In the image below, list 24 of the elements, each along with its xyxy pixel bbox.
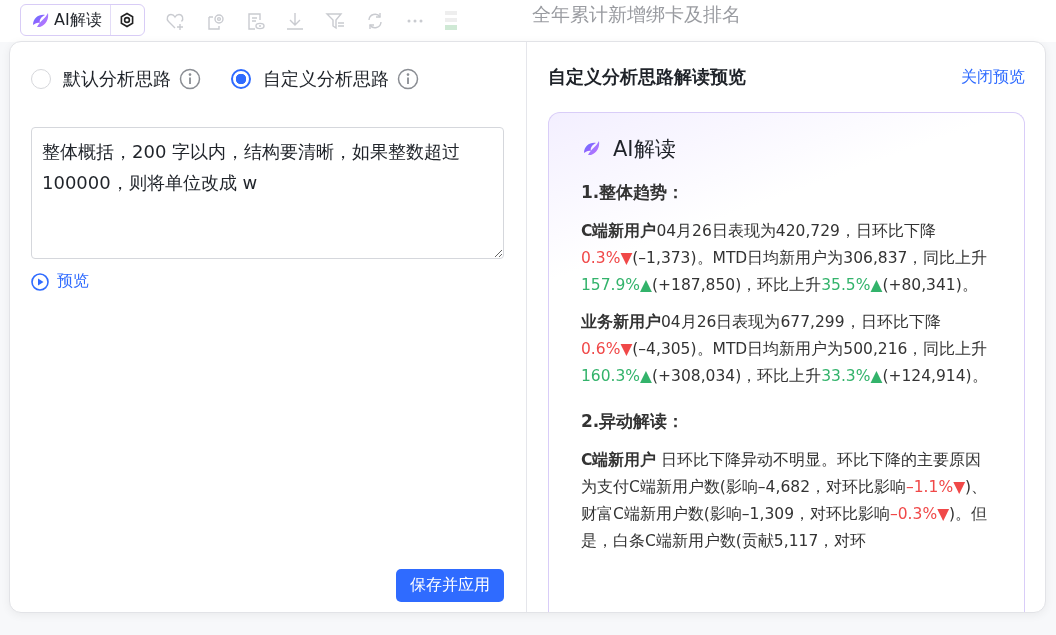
close-preview-link[interactable]: 关闭预览 bbox=[961, 66, 1025, 88]
section-heading: 2.异动解读： bbox=[581, 410, 686, 433]
bar-chart-icon[interactable] bbox=[444, 10, 457, 32]
summary-paragraph: C端新用户 日环比下降异动不明显。环比下降的主要原因为支付C端新用户数(影响–4,682，对环比影响–1.1%▼)、财富C端新用户数(影响–1,309，对环比影响–0.3%▼)。但是，白条C端新用户数(贡献5,117，对环 bbox=[581, 450, 989, 552]
preview-link[interactable]: 预览 bbox=[31, 271, 89, 292]
summary-paragraph: C端新用户04月26日表现为420,729，日环比下降 0.3%▼(–1,373)。MTD日均新用户为306,837，同比上升 157.9%▲(+187,850)，环比上升35.5%▲(+80,341)。 bbox=[581, 221, 989, 296]
summary-paragraph: 业务新用户04月26日表现为677,299，日环比下降 0.6%▼(–4,305)。MTD日均新用户为500,216，同比上升 160.3%▲(+308,034)，环比上升33.3%▲(+124,914)。 bbox=[581, 312, 989, 387]
prompt-field[interactable]: 整体概括，200 字以内，结构要清晰，如果整数超过 100000，则将单位改成 w bbox=[31, 127, 504, 259]
settings-icon bbox=[119, 12, 136, 28]
save-button[interactable]: 保存并应用 bbox=[396, 569, 504, 602]
favorite-icon[interactable] bbox=[164, 11, 185, 31]
info-icon[interactable] bbox=[179, 68, 201, 90]
radio-option[interactable]: 默认分析思路 bbox=[31, 67, 171, 91]
info-icon[interactable] bbox=[397, 68, 419, 90]
chart-title: 全年累计新增绑卡及排名 bbox=[531, 2, 741, 27]
download-icon[interactable] bbox=[284, 11, 305, 31]
panel-title: 自定义分析思路解读预览 bbox=[548, 65, 746, 89]
section-heading: 1.整体趋势： bbox=[581, 181, 686, 204]
ai-button[interactable]: AI解读 bbox=[21, 5, 111, 35]
radio-button[interactable] bbox=[231, 69, 251, 89]
play-icon bbox=[31, 272, 49, 291]
radio-option[interactable]: 自定义分析思路 bbox=[231, 67, 389, 91]
card-title: AI解读 bbox=[613, 136, 676, 163]
filter-icon[interactable] bbox=[324, 11, 345, 31]
